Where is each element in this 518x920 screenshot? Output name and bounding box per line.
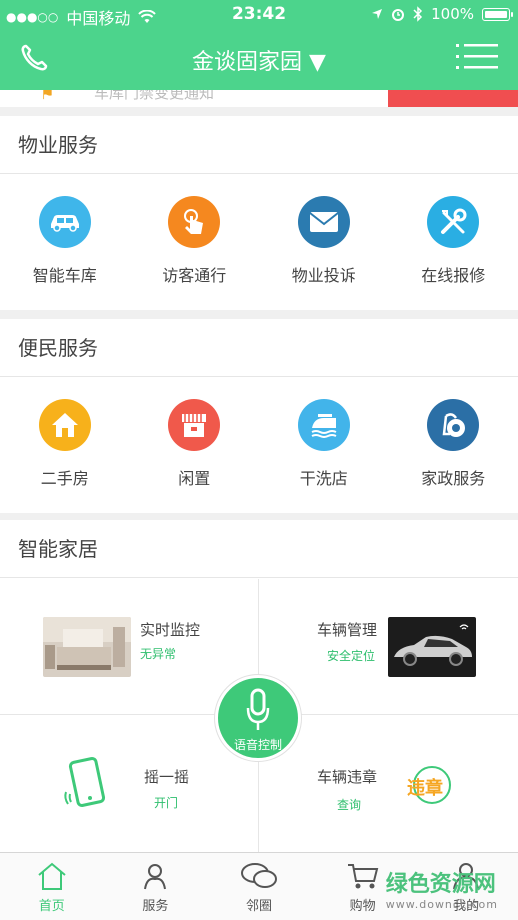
watermark: 绿色资源网 www.downcc.com xyxy=(386,866,498,911)
complaint-button[interactable]: 物业投诉 xyxy=(259,174,389,286)
vacuum-icon xyxy=(427,399,480,451)
shake-title: 摇一摇 xyxy=(144,768,190,786)
notice-flag-icon: ⚑ xyxy=(40,90,55,103)
tab-home[interactable]: 首页 xyxy=(0,853,104,920)
tools-icon xyxy=(427,196,480,248)
mail-icon xyxy=(297,196,350,248)
status-bar: ●●●○○ 中国移动 23:42 100% xyxy=(0,0,518,30)
house-icon xyxy=(38,399,91,451)
tab-label: 购物 xyxy=(349,899,376,914)
notice-text: 车库门禁变更通知 xyxy=(94,90,215,102)
violation-badge-icon: 违章 xyxy=(407,764,457,804)
violation-title: 车辆违章 xyxy=(317,768,378,786)
cart-icon xyxy=(347,864,378,889)
property-services: 物业服务 智能车库 访客通行 物业投诉 在线报修 xyxy=(0,116,518,310)
tab-service[interactable]: 服务 xyxy=(104,853,208,920)
location-icon xyxy=(372,9,383,19)
battery-percent: 100% xyxy=(431,5,474,23)
bedroom-photo xyxy=(43,617,131,677)
vehicle-title: 车辆管理 xyxy=(317,621,378,639)
monitor-title: 实时监控 xyxy=(140,621,201,639)
smart-garage-button[interactable]: 智能车库 xyxy=(0,174,130,286)
car-photo xyxy=(388,617,476,677)
community-selector[interactable]: 金谈固家园 ▼ xyxy=(0,44,518,76)
shake-action: 开门 xyxy=(154,796,179,810)
violation-badge-text: 违章 xyxy=(407,778,443,799)
section-title: 物业服务 xyxy=(0,116,518,174)
voice-control-label: 语音控制 xyxy=(233,738,282,752)
tab-label: 首页 xyxy=(38,899,65,914)
section-title: 便民服务 xyxy=(0,319,518,377)
chat-icon xyxy=(240,863,277,888)
dry-cleaning-button[interactable]: 干洗店 xyxy=(259,377,389,489)
convenience-services: 便民服务 二手房 闲置 干洗店 家政服务 xyxy=(0,319,518,513)
voice-control-button[interactable]: 语音控制 xyxy=(215,675,301,761)
bluetooth-icon xyxy=(413,6,423,22)
app-header: ●●●○○ 中国移动 23:42 100% 金谈固家园 ▼ xyxy=(0,0,518,90)
second-hand-house-button[interactable]: 二手房 xyxy=(0,377,130,489)
tab-neighbors[interactable]: 邻圈 xyxy=(207,853,311,920)
alarm-icon xyxy=(392,9,405,21)
online-repair-button[interactable]: 在线报修 xyxy=(389,174,518,286)
nav-bar: 金谈固家园 ▼ xyxy=(0,30,518,90)
car-icon xyxy=(38,196,91,248)
monitor-status: 无异常 xyxy=(140,647,177,661)
service-icon xyxy=(144,864,167,890)
tab-label: 邻圈 xyxy=(245,899,272,914)
shake-phone-icon xyxy=(64,757,106,807)
microphone-icon xyxy=(246,688,270,730)
live-monitor-card[interactable]: 实时监控 无异常 xyxy=(0,579,259,715)
store-icon xyxy=(168,399,221,451)
violation-action: 查询 xyxy=(337,798,362,812)
vehicle-management-card[interactable]: 车辆管理 安全定位 xyxy=(259,579,518,715)
vehicle-status: 安全定位 xyxy=(327,649,376,663)
tap-icon xyxy=(168,196,221,248)
housekeeping-button[interactable]: 家政服务 xyxy=(389,377,518,489)
battery-icon xyxy=(482,7,513,21)
watermark-url: www.downcc.com xyxy=(385,898,498,911)
home-icon xyxy=(38,862,66,890)
iron-icon xyxy=(297,399,350,451)
notice-banner[interactable]: ⚑ 车库门禁变更通知 xyxy=(0,90,518,107)
watermark-name: 绿色资源网 xyxy=(385,872,496,897)
tab-label: 服务 xyxy=(142,899,169,914)
visitor-pass-button[interactable]: 访客通行 xyxy=(130,174,260,286)
menu-icon[interactable] xyxy=(456,42,498,72)
section-title: 智能家居 xyxy=(0,520,518,578)
idle-goods-button[interactable]: 闲置 xyxy=(130,377,260,489)
banner-image xyxy=(388,90,518,107)
